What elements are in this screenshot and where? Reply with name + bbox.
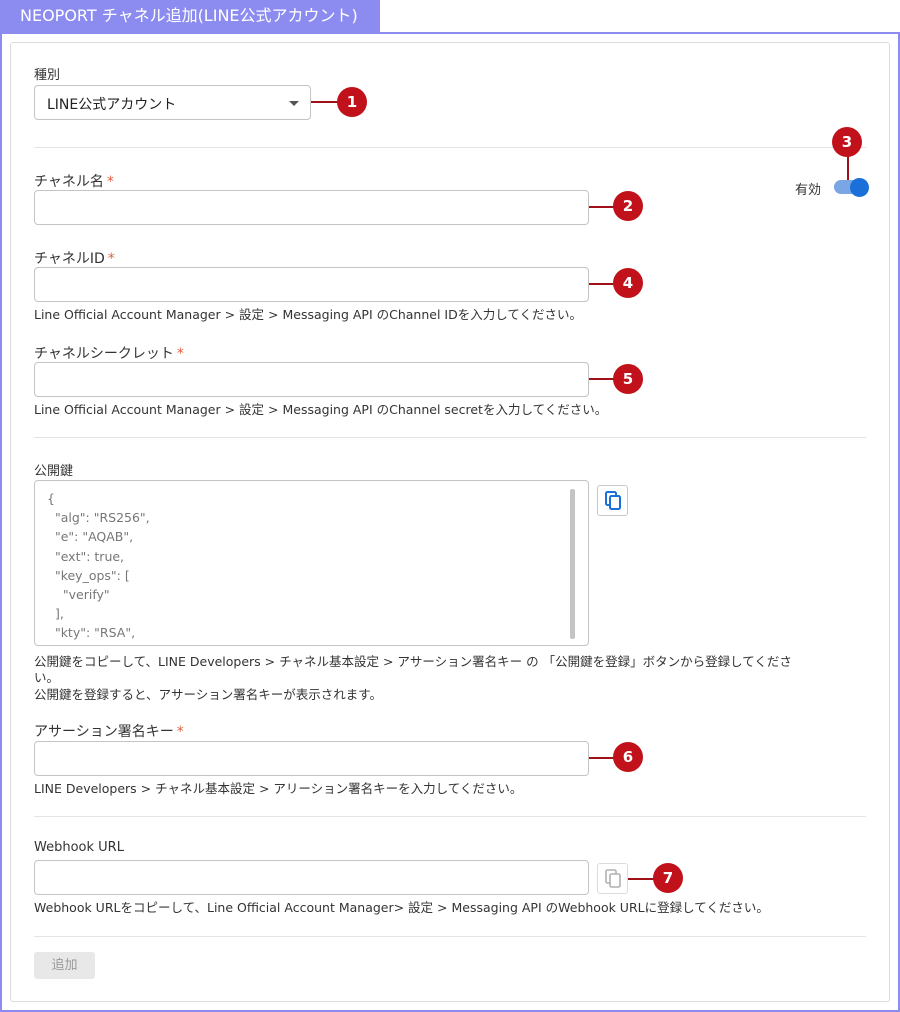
- public-key-hint-3: 公開鍵を登録すると、アサーション署名キーが表示されます。: [34, 687, 383, 702]
- divider: [34, 147, 866, 148]
- channel-secret-label: チャネルシークレット *: [34, 343, 184, 363]
- type-select-value: LINE公式アカウント: [47, 97, 177, 113]
- scrollbar[interactable]: [570, 489, 575, 639]
- marker-7: 7: [653, 863, 683, 893]
- public-key-copy-button[interactable]: [597, 485, 628, 516]
- public-key-line: "alg": "RS256",: [47, 510, 150, 526]
- assertion-key-label: アサーション署名キー *: [34, 721, 184, 741]
- marker-1: 1: [337, 87, 367, 117]
- divider: [34, 936, 866, 937]
- copy-icon: [605, 491, 621, 510]
- assertion-key-input[interactable]: [34, 741, 589, 776]
- channel-name-label: チャネル名 *: [34, 171, 114, 191]
- marker-2: 2: [613, 191, 643, 221]
- public-key-line: "e": "AQAB",: [47, 529, 134, 545]
- webhook-label: Webhook URL: [34, 840, 124, 855]
- marker-7-leader: [628, 878, 656, 880]
- public-key-line: {: [47, 491, 55, 506]
- public-key-textarea[interactable]: { "alg": "RS256", "e": "AQAB", "ext": tr…: [34, 480, 589, 646]
- required-mark: *: [106, 174, 114, 190]
- type-select[interactable]: LINE公式アカウント: [34, 85, 311, 120]
- channel-name-input[interactable]: [34, 190, 589, 225]
- public-key-content: { "alg": "RS256", "e": "AQAB", "ext": tr…: [47, 489, 150, 643]
- channel-id-label-text: チャネルID: [34, 251, 105, 267]
- webhook-input[interactable]: [34, 860, 589, 895]
- marker-3-leader: [847, 154, 849, 180]
- channel-id-input[interactable]: [34, 267, 589, 302]
- assertion-key-label-text: アサーション署名キー: [34, 724, 174, 740]
- type-label: 種別: [34, 68, 61, 83]
- assertion-key-hint: LINE Developers > チャネル基本設定 > アリーション署名キーを…: [34, 781, 523, 796]
- public-key-line: "ext": true,: [47, 548, 125, 564]
- channel-secret-hint: Line Official Account Manager > 設定 > Mes…: [34, 402, 608, 417]
- public-key-line: "kty": "RSA",: [47, 625, 136, 641]
- public-key-label: 公開鍵: [34, 464, 74, 479]
- window-title: NEOPORT チャネル追加(LINE公式アカウント): [0, 0, 380, 32]
- divider: [34, 816, 866, 817]
- channel-secret-input[interactable]: [34, 362, 589, 397]
- marker-3: 3: [832, 127, 862, 157]
- webhook-copy-button[interactable]: [597, 863, 628, 894]
- channel-name-label-text: チャネル名: [34, 174, 104, 190]
- channel-id-hint: Line Official Account Manager > 設定 > Mes…: [34, 307, 582, 322]
- public-key-line: "key_ops": [: [47, 567, 130, 583]
- divider: [34, 437, 866, 438]
- marker-6: 6: [613, 742, 643, 772]
- required-mark: *: [176, 346, 184, 362]
- enabled-toggle-knob[interactable]: [850, 178, 869, 197]
- marker-4: 4: [613, 268, 643, 298]
- public-key-line: "verify": [47, 587, 110, 603]
- marker-5: 5: [613, 364, 643, 394]
- enabled-label: 有効: [795, 183, 822, 198]
- marker-1-leader: [311, 101, 339, 103]
- copy-icon: [605, 869, 621, 888]
- required-mark: *: [107, 251, 115, 267]
- public-key-line: ],: [47, 606, 64, 622]
- channel-secret-label-text: チャネルシークレット: [34, 346, 174, 362]
- webhook-hint: Webhook URLをコピーして、Line Official Account …: [34, 900, 769, 915]
- channel-id-label: チャネルID *: [34, 248, 115, 268]
- required-mark: *: [176, 724, 184, 740]
- public-key-hint-1: 公開鍵をコピーして、LINE Developers > チャネル基本設定 > ア…: [34, 654, 792, 669]
- chevron-down-icon: [289, 101, 299, 106]
- add-button[interactable]: 追加: [34, 952, 95, 979]
